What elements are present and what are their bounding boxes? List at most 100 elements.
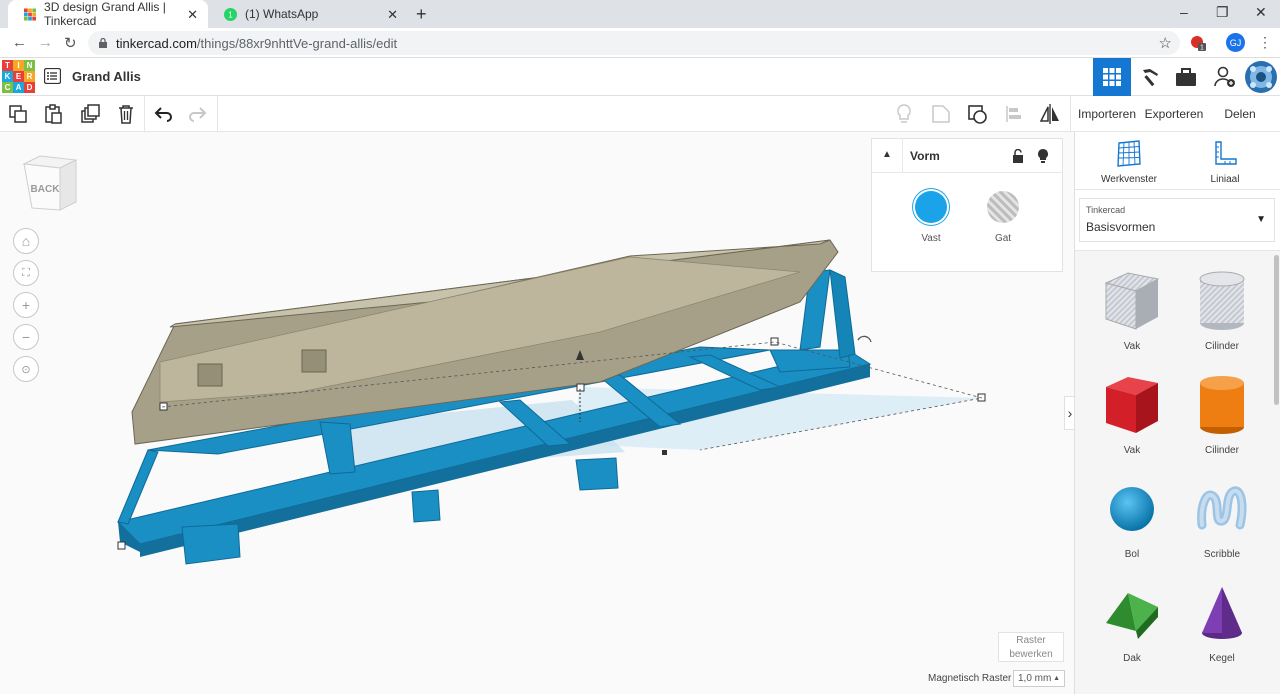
shape-label: Kegel xyxy=(1209,653,1235,664)
library-scrollbar[interactable] xyxy=(1274,255,1279,405)
new-tab-plus-icon[interactable]: + xyxy=(416,4,427,25)
ungroup-icon xyxy=(968,105,987,124)
tab-whatsapp[interactable]: 1 (1) WhatsApp ✕ xyxy=(208,0,408,28)
sphere-blue-icon xyxy=(1110,487,1154,531)
tinkercad-favicon-icon xyxy=(24,7,37,21)
shape-roof[interactable]: Dak xyxy=(1092,581,1172,664)
tinkercad-logo[interactable]: T I N K E R C A D xyxy=(2,60,35,93)
shape-box-red[interactable]: Vak xyxy=(1092,373,1172,456)
invite-user-button[interactable] xyxy=(1206,58,1244,96)
shape-label: Vak xyxy=(1123,445,1141,456)
trash-icon xyxy=(119,105,133,124)
shape-cone[interactable]: Kegel xyxy=(1182,581,1262,664)
user-avatar[interactable] xyxy=(1242,58,1280,96)
add-user-icon xyxy=(1214,66,1235,87)
minecraft-button[interactable] xyxy=(1131,58,1169,96)
browser-address-bar: ← → ↻ tinkercad.com/things/88xr9nhttVe-g… xyxy=(0,28,1280,58)
url-field[interactable]: tinkercad.com/things/88xr9nhttVe-grand-a… xyxy=(88,31,1180,55)
solid-swatch[interactable] xyxy=(915,191,947,223)
right-side-panel: Werkvenster Liniaal Tinkercad Basisvorme… xyxy=(1074,132,1280,694)
copy-icon xyxy=(9,105,27,123)
profile-avatar[interactable]: GJ xyxy=(1226,33,1245,52)
shape-cylinder-striped[interactable]: Cilinder xyxy=(1182,269,1262,352)
rotate-handle-icon[interactable] xyxy=(857,335,872,343)
shape-label: Bol xyxy=(1124,549,1140,560)
snap-grid-select[interactable]: 1,0 mm ▲ xyxy=(1013,670,1065,687)
dropdown-caret-icon: ▼ xyxy=(1256,214,1266,225)
paste-button[interactable] xyxy=(41,102,65,126)
grid-view-icon xyxy=(1103,68,1121,86)
cylinder-orange-icon xyxy=(1200,376,1244,434)
shape-label: Vak xyxy=(1123,341,1141,352)
back-arrow-icon[interactable]: ← xyxy=(12,34,27,51)
reload-icon[interactable]: ↻ xyxy=(64,34,77,52)
roof-green-icon xyxy=(1106,593,1158,639)
maximize-icon[interactable]: ❐ xyxy=(1216,4,1229,21)
cone-purple-icon xyxy=(1202,587,1242,639)
hole-swatch[interactable] xyxy=(987,191,1019,223)
mirror-button[interactable] xyxy=(1038,102,1062,126)
forward-arrow-icon[interactable]: → xyxy=(38,34,53,51)
bookmark-star-icon[interactable]: ☆ xyxy=(1159,34,1172,52)
shape-label: Cilinder xyxy=(1205,445,1239,456)
briefcase-icon xyxy=(1176,68,1196,86)
edit-grid-button[interactable]: Raster bewerken xyxy=(998,632,1064,662)
browser-menu-icon[interactable]: ⋮ xyxy=(1258,34,1272,51)
snap-grid-value: 1,0 mm xyxy=(1018,673,1052,684)
hole-label: Gat xyxy=(994,233,1012,244)
collapse-caret-icon[interactable]: ▲ xyxy=(882,149,892,160)
lightbulb-icon[interactable] xyxy=(1037,148,1049,164)
solid-option[interactable]: Vast xyxy=(901,191,961,244)
ruler-tool-button[interactable]: Liniaal xyxy=(1185,140,1265,185)
svg-text:1: 1 xyxy=(1200,45,1204,52)
design-title[interactable]: Grand Allis xyxy=(72,69,141,84)
shape-library-grid: Vak Cilinder Vak Cilinder Bol Scribble D… xyxy=(1075,250,1280,694)
lock-icon xyxy=(99,38,107,48)
notes-button[interactable] xyxy=(892,102,916,126)
duplicate-button[interactable] xyxy=(78,102,102,126)
toggle-panel-button[interactable]: › xyxy=(1064,396,1074,430)
duplicate-icon xyxy=(81,104,100,123)
align-button[interactable] xyxy=(1002,102,1026,126)
minimize-icon[interactable]: – xyxy=(1180,4,1188,20)
shape-sphere[interactable]: Bol xyxy=(1092,477,1172,560)
tab-tinkercad[interactable]: 3D design Grand Allis | Tinkercad ✕ xyxy=(8,0,208,28)
share-button[interactable]: Delen xyxy=(1210,102,1270,126)
extension-icon[interactable]: 1 xyxy=(1190,35,1206,51)
close-tab-icon[interactable]: ✕ xyxy=(187,7,198,23)
hole-option[interactable]: Gat xyxy=(973,191,1033,244)
chevron-right-icon: › xyxy=(1067,405,1073,421)
shape-scribble[interactable]: Scribble xyxy=(1182,477,1262,560)
library-category: Tinkercad xyxy=(1086,205,1126,215)
scribble-icon xyxy=(1197,486,1247,530)
browser-tab-bar: 3D design Grand Allis | Tinkercad ✕ 1 (1… xyxy=(0,0,1280,28)
window-close-icon[interactable]: ✕ xyxy=(1255,4,1267,21)
close-tab-icon[interactable]: ✕ xyxy=(387,7,398,23)
tab-title: (1) WhatsApp xyxy=(245,7,319,21)
workplane-tool-button[interactable]: Werkvenster xyxy=(1089,140,1169,185)
import-button[interactable]: Importeren xyxy=(1074,102,1140,126)
export-button[interactable]: Exporteren xyxy=(1142,102,1206,126)
design-list-icon[interactable] xyxy=(44,68,61,84)
redo-button[interactable] xyxy=(186,102,210,126)
mirror-icon xyxy=(1039,104,1059,124)
paste-icon xyxy=(45,104,62,124)
lock-icon[interactable] xyxy=(1012,149,1024,163)
undo-button[interactable] xyxy=(151,102,175,126)
pickaxe-icon xyxy=(1143,69,1158,87)
3d-view-button[interactable] xyxy=(1093,58,1131,96)
workplane-canvas[interactable]: BACK ⌂ ⛶ + − ⊙ ▲ Vorm Vast Gat Raster be… xyxy=(0,132,1074,694)
tab-title: 3D design Grand Allis | Tinkercad xyxy=(44,0,166,28)
delete-button[interactable] xyxy=(114,102,138,126)
copy-button[interactable] xyxy=(6,102,30,126)
shape-box-striped[interactable]: Vak xyxy=(1092,269,1172,352)
edit-grid-label: bewerken xyxy=(1009,649,1053,660)
ungroup-button[interactable] xyxy=(966,102,990,126)
align-icon xyxy=(1006,106,1021,122)
tinkercad-header: T I N K E R C A D Grand Allis xyxy=(0,58,1280,96)
shape-cylinder-orange[interactable]: Cilinder xyxy=(1182,373,1262,456)
shape-library-select[interactable]: Tinkercad Basisvormen ▼ xyxy=(1079,198,1275,242)
selection-handles[interactable] xyxy=(662,450,667,455)
lessons-button[interactable] xyxy=(1167,58,1205,96)
group-button[interactable] xyxy=(929,102,953,126)
